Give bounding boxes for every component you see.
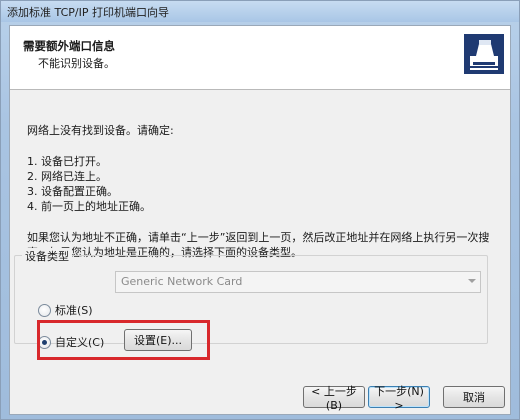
printer-network-icon: [464, 34, 504, 74]
standard-radio-row[interactable]: 标准(S): [38, 302, 93, 318]
cancel-button[interactable]: 取消: [443, 386, 505, 408]
check-item: 2. 网络已连上。: [27, 170, 107, 183]
standard-device-select[interactable]: Generic Network Card: [115, 271, 481, 293]
device-type-label: 设备类型: [22, 248, 72, 264]
standard-device-value: Generic Network Card: [121, 275, 243, 288]
header-title: 需要额外端口信息: [23, 39, 115, 53]
intro-text: 网络上没有找到设备。请确定:: [27, 124, 174, 137]
standard-radio-label[interactable]: 标准(S): [55, 302, 93, 318]
next-button[interactable]: 下一步(N) >: [368, 385, 430, 412]
header-subtitle: 不能识别设备。: [38, 57, 115, 70]
chevron-down-icon[interactable]: [468, 279, 476, 283]
check-item: 1. 设备已打开。: [27, 155, 107, 168]
standard-radio[interactable]: [38, 303, 51, 317]
title-bar[interactable]: 添加标准 TCP/IP 打印机端口向导: [1, 1, 519, 22]
check-item: 4. 前一页上的地址正确。: [27, 200, 151, 213]
highlight-box: [37, 320, 210, 360]
instruction-line-1: 如果您认为地址不正确，请单击“上一步”返回到上一页，然后改正地址并在网络上执行另…: [27, 231, 490, 244]
wizard-header: 需要额外端口信息 不能识别设备。: [10, 26, 510, 90]
window-title: 添加标准 TCP/IP 打印机端口向导: [7, 6, 169, 19]
back-button[interactable]: < 上一步(B): [303, 385, 365, 412]
check-item: 3. 设备配置正确。: [27, 185, 118, 198]
